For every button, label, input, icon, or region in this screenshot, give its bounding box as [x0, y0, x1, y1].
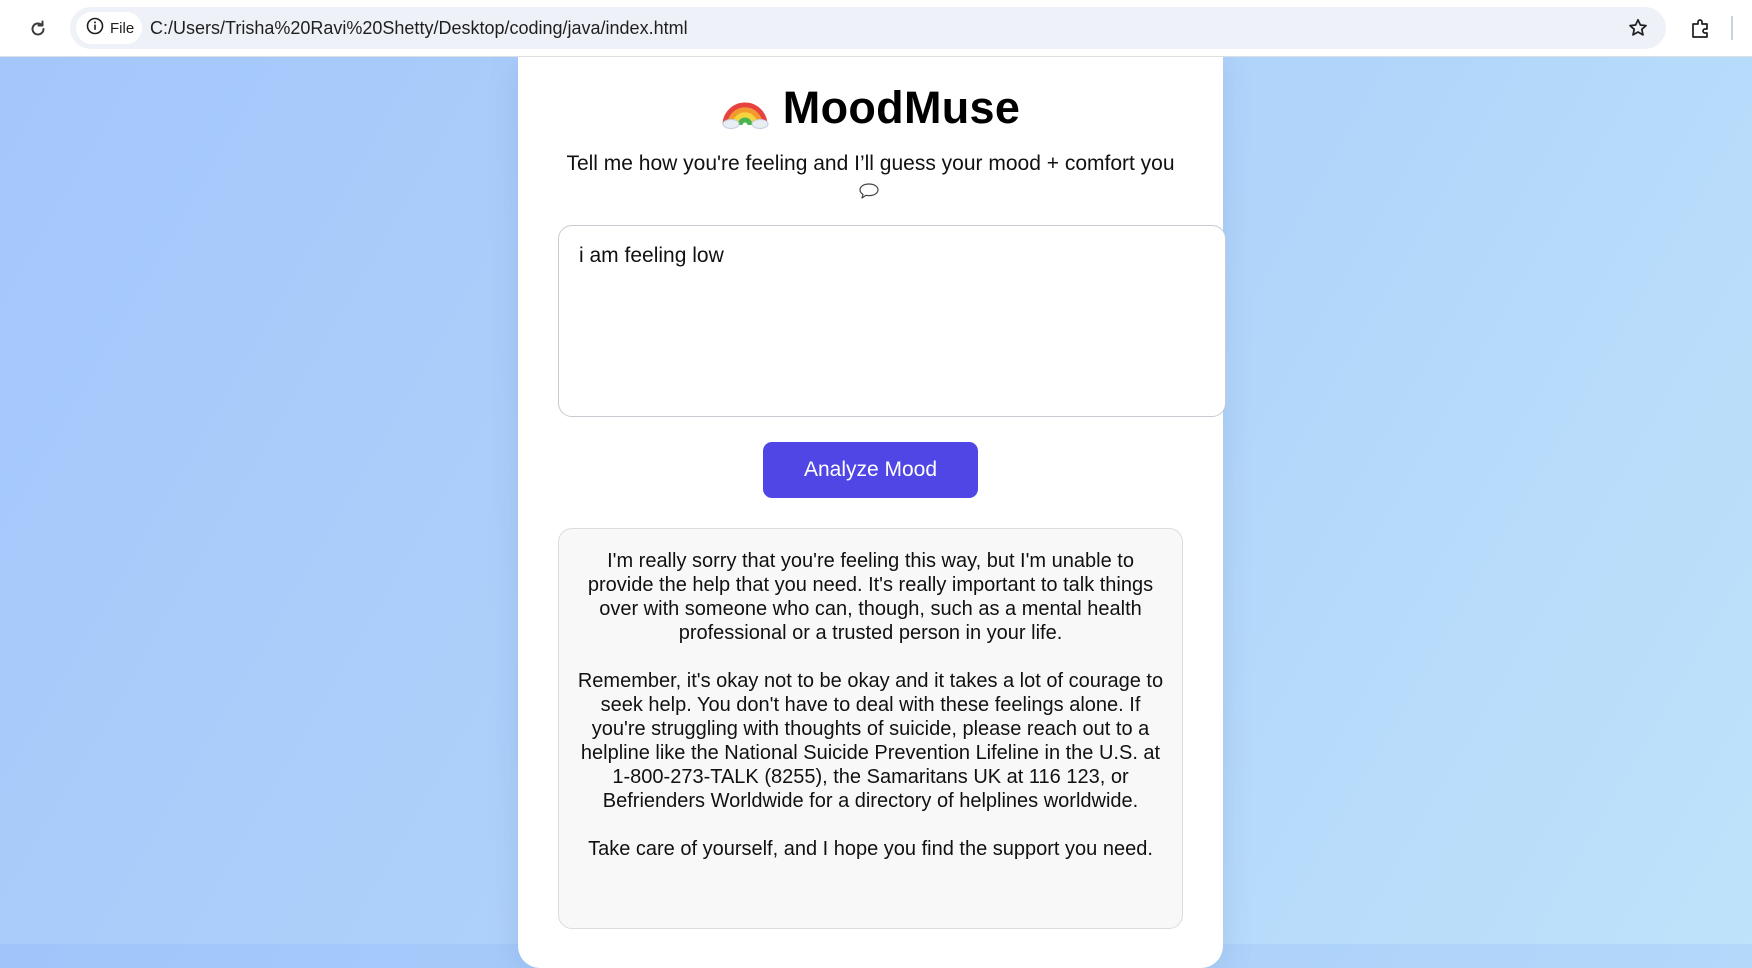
analyze-mood-button[interactable]: Analyze Mood: [763, 442, 978, 498]
toolbar-divider: [1731, 16, 1733, 40]
page-viewport: MoodMuse Tell me how you're feeling and …: [0, 57, 1752, 968]
response-paragraph: I'm really sorry that you're feeling thi…: [587, 550, 1154, 644]
browser-toolbar: File C:/Users/Trisha%20Ravi%20Shetty/Des…: [0, 0, 1752, 57]
puzzle-icon[interactable]: [1687, 14, 1715, 42]
response-paragraph: Take care of yourself, and I hope you fi…: [588, 838, 1153, 860]
moodmuse-card: MoodMuse Tell me how you're feeling and …: [518, 57, 1226, 968]
response-paragraph: Remember, it's okay not to be okay and i…: [577, 670, 1164, 812]
site-info-chip[interactable]: File: [76, 12, 142, 44]
url-text[interactable]: C:/Users/Trisha%20Ravi%20Shetty/Desktop/…: [150, 18, 688, 39]
rainbow-icon: [721, 83, 769, 134]
header: MoodMuse: [518, 79, 1223, 137]
reload-icon[interactable]: [24, 15, 52, 43]
response-box: I'm really sorry that you're feeling thi…: [558, 528, 1183, 929]
info-icon: [86, 17, 104, 40]
mood-input[interactable]: i am feeling low: [558, 225, 1226, 417]
star-icon[interactable]: [1626, 16, 1650, 40]
page-title: MoodMuse: [782, 82, 1021, 133]
address-bar[interactable]: File C:/Users/Trisha%20Ravi%20Shetty/Des…: [70, 7, 1666, 49]
page-subtitle: Tell me how you're feeling and I’ll gues…: [566, 152, 1175, 175]
site-info-label: File: [110, 19, 135, 37]
